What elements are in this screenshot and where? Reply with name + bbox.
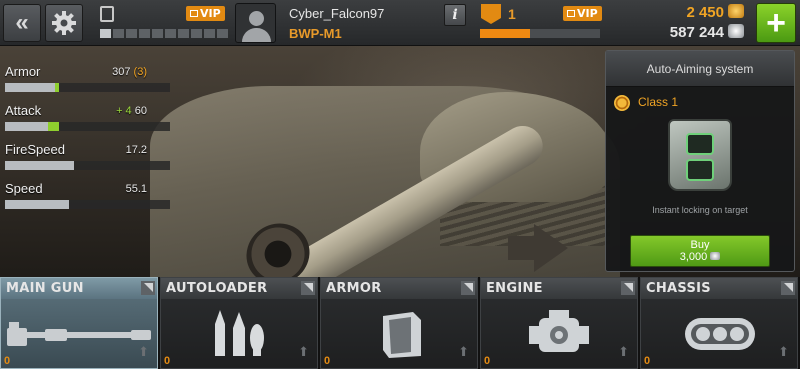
stat-value-group: 307 (3) <box>112 66 147 78</box>
level-segment <box>100 29 111 38</box>
player-name: Cyber_Falcon97 <box>289 6 385 21</box>
tab-label: ARMOR <box>321 278 477 299</box>
level-segment <box>165 29 176 38</box>
module-tabs: MAIN GUN ⬆ 0 AUTOLOADER ⬆ 0 ARMOR ⬆ 0 ENGINE ⬆ 0 CHA… <box>0 277 800 369</box>
upgrade-arrow-icon: ⬆ <box>138 344 149 359</box>
corner-arrow-icon <box>621 281 635 295</box>
slot-count: 0 <box>644 355 651 367</box>
stat-bonus: + 4 <box>116 105 132 117</box>
stat-value-group: 55.1 <box>126 183 147 195</box>
info-button[interactable]: i <box>444 4 466 26</box>
corner-arrow-icon <box>461 281 475 295</box>
level-segment <box>139 29 150 38</box>
tab-main-gun[interactable]: MAIN GUN ⬆ 0 <box>0 277 158 369</box>
stat-value: 55.1 <box>125 183 147 195</box>
silver-icon <box>710 252 721 260</box>
slot-count: 0 <box>4 355 11 367</box>
tab-armor[interactable]: ARMOR ⬆ 0 <box>320 277 478 369</box>
tab-chassis[interactable]: CHASSIS ⬆ 0 <box>640 277 798 369</box>
stat-label: Armor <box>5 64 41 79</box>
slot-count: 0 <box>164 355 171 367</box>
stat-label: Speed <box>5 181 43 196</box>
targeting-computer-icon <box>668 119 732 191</box>
upgrade-arrow-icon: ⬆ <box>778 344 789 359</box>
armor-plate-icon <box>377 308 427 365</box>
stat-bar <box>5 83 170 92</box>
tab-label: ENGINE <box>481 278 637 299</box>
stat-bonus: (3) <box>133 66 147 78</box>
rank-progress-bar <box>480 29 600 38</box>
stat-value-group: 17.2 <box>126 144 147 156</box>
stat-label: FireSpeed <box>5 142 65 157</box>
upgrade-arrow-icon: ⬆ <box>458 344 469 359</box>
tab-label: AUTOLOADER <box>161 278 317 299</box>
slot-count: 0 <box>484 355 491 367</box>
stat-bar <box>5 122 170 131</box>
shells-icon <box>209 308 269 365</box>
top-bar: « VIP Cyber_Falcon97 BWP-M1 i 1 VIP 2 45… <box>0 0 800 46</box>
stat-bar <box>5 200 170 209</box>
upgrade-arrow-icon: ⬆ <box>298 344 309 359</box>
class-gear-icon <box>614 95 630 111</box>
tab-label: MAIN GUN <box>1 278 157 299</box>
engine-icon <box>527 308 591 365</box>
gold-amount: 2 450 <box>686 4 724 21</box>
tab-autoloader[interactable]: AUTOLOADER ⬆ 0 <box>160 277 318 369</box>
info-icon: i <box>452 7 458 23</box>
level-segment <box>113 29 124 38</box>
settings-button[interactable] <box>45 4 83 42</box>
buy-button[interactable]: Buy 3,000 <box>630 235 770 267</box>
avatar[interactable] <box>235 3 276 43</box>
level-segment <box>178 29 189 38</box>
level-segment <box>217 29 228 38</box>
tank-stats: Armor 307 (3) Attack + 4 60 FireSpeed 17.2 Sp… <box>0 60 175 216</box>
stat-bar <box>5 161 170 170</box>
track-icon <box>683 312 757 361</box>
upgrade-arrow-icon: ⬆ <box>618 344 629 359</box>
stat-armor: Armor 307 (3) <box>0 60 175 99</box>
module-title: Auto-Aiming system <box>606 51 794 87</box>
stat-attack: Attack + 4 60 <box>0 99 175 138</box>
stat-value: 60 <box>134 105 147 117</box>
stat-speed: Speed 55.1 <box>0 177 175 216</box>
stat-label: Attack <box>5 103 42 118</box>
stat-value: 307 <box>112 66 131 78</box>
cannon-icon <box>5 314 155 359</box>
stat-firespeed: FireSpeed 17.2 <box>0 138 175 177</box>
price: 3,000 <box>679 251 708 263</box>
back-button[interactable]: « <box>3 4 41 42</box>
silver-icon <box>728 24 744 38</box>
vip-badge[interactable]: VIP <box>186 6 225 21</box>
garage-level[interactable]: VIP <box>96 4 228 42</box>
level-segment <box>126 29 137 38</box>
double-chevron-left-icon: « <box>15 9 29 36</box>
rank-value: 1 <box>508 6 516 22</box>
level-segment <box>152 29 163 38</box>
corner-arrow-icon <box>141 281 155 295</box>
gear-icon <box>52 11 76 35</box>
tab-label: CHASSIS <box>641 278 797 299</box>
level-segment <box>204 29 215 38</box>
stat-value: 17.2 <box>125 144 147 156</box>
rank-chevron-icon <box>481 4 501 24</box>
pointer-arrow-icon <box>534 224 568 272</box>
rank-vip-badge[interactable]: VIP <box>563 6 602 21</box>
add-currency-button[interactable]: + <box>756 3 796 43</box>
corner-arrow-icon <box>781 281 795 295</box>
corner-arrow-icon <box>301 281 315 295</box>
level-progress <box>100 29 228 38</box>
module-panel: Auto-Aiming system Class 1 Instant locki… <box>605 50 795 272</box>
silver-amount: 587 244 <box>669 24 724 41</box>
slot-count: 0 <box>324 355 331 367</box>
gold-icon <box>728 4 744 18</box>
stat-value-group: + 4 60 <box>116 105 147 117</box>
garage-door-icon <box>100 6 114 22</box>
module-description: Instant locking on target <box>652 205 748 215</box>
plus-icon: + <box>766 4 786 42</box>
tank-name: BWP-M1 <box>289 26 342 41</box>
level-segment <box>191 29 202 38</box>
tab-engine[interactable]: ENGINE ⬆ 0 <box>480 277 638 369</box>
